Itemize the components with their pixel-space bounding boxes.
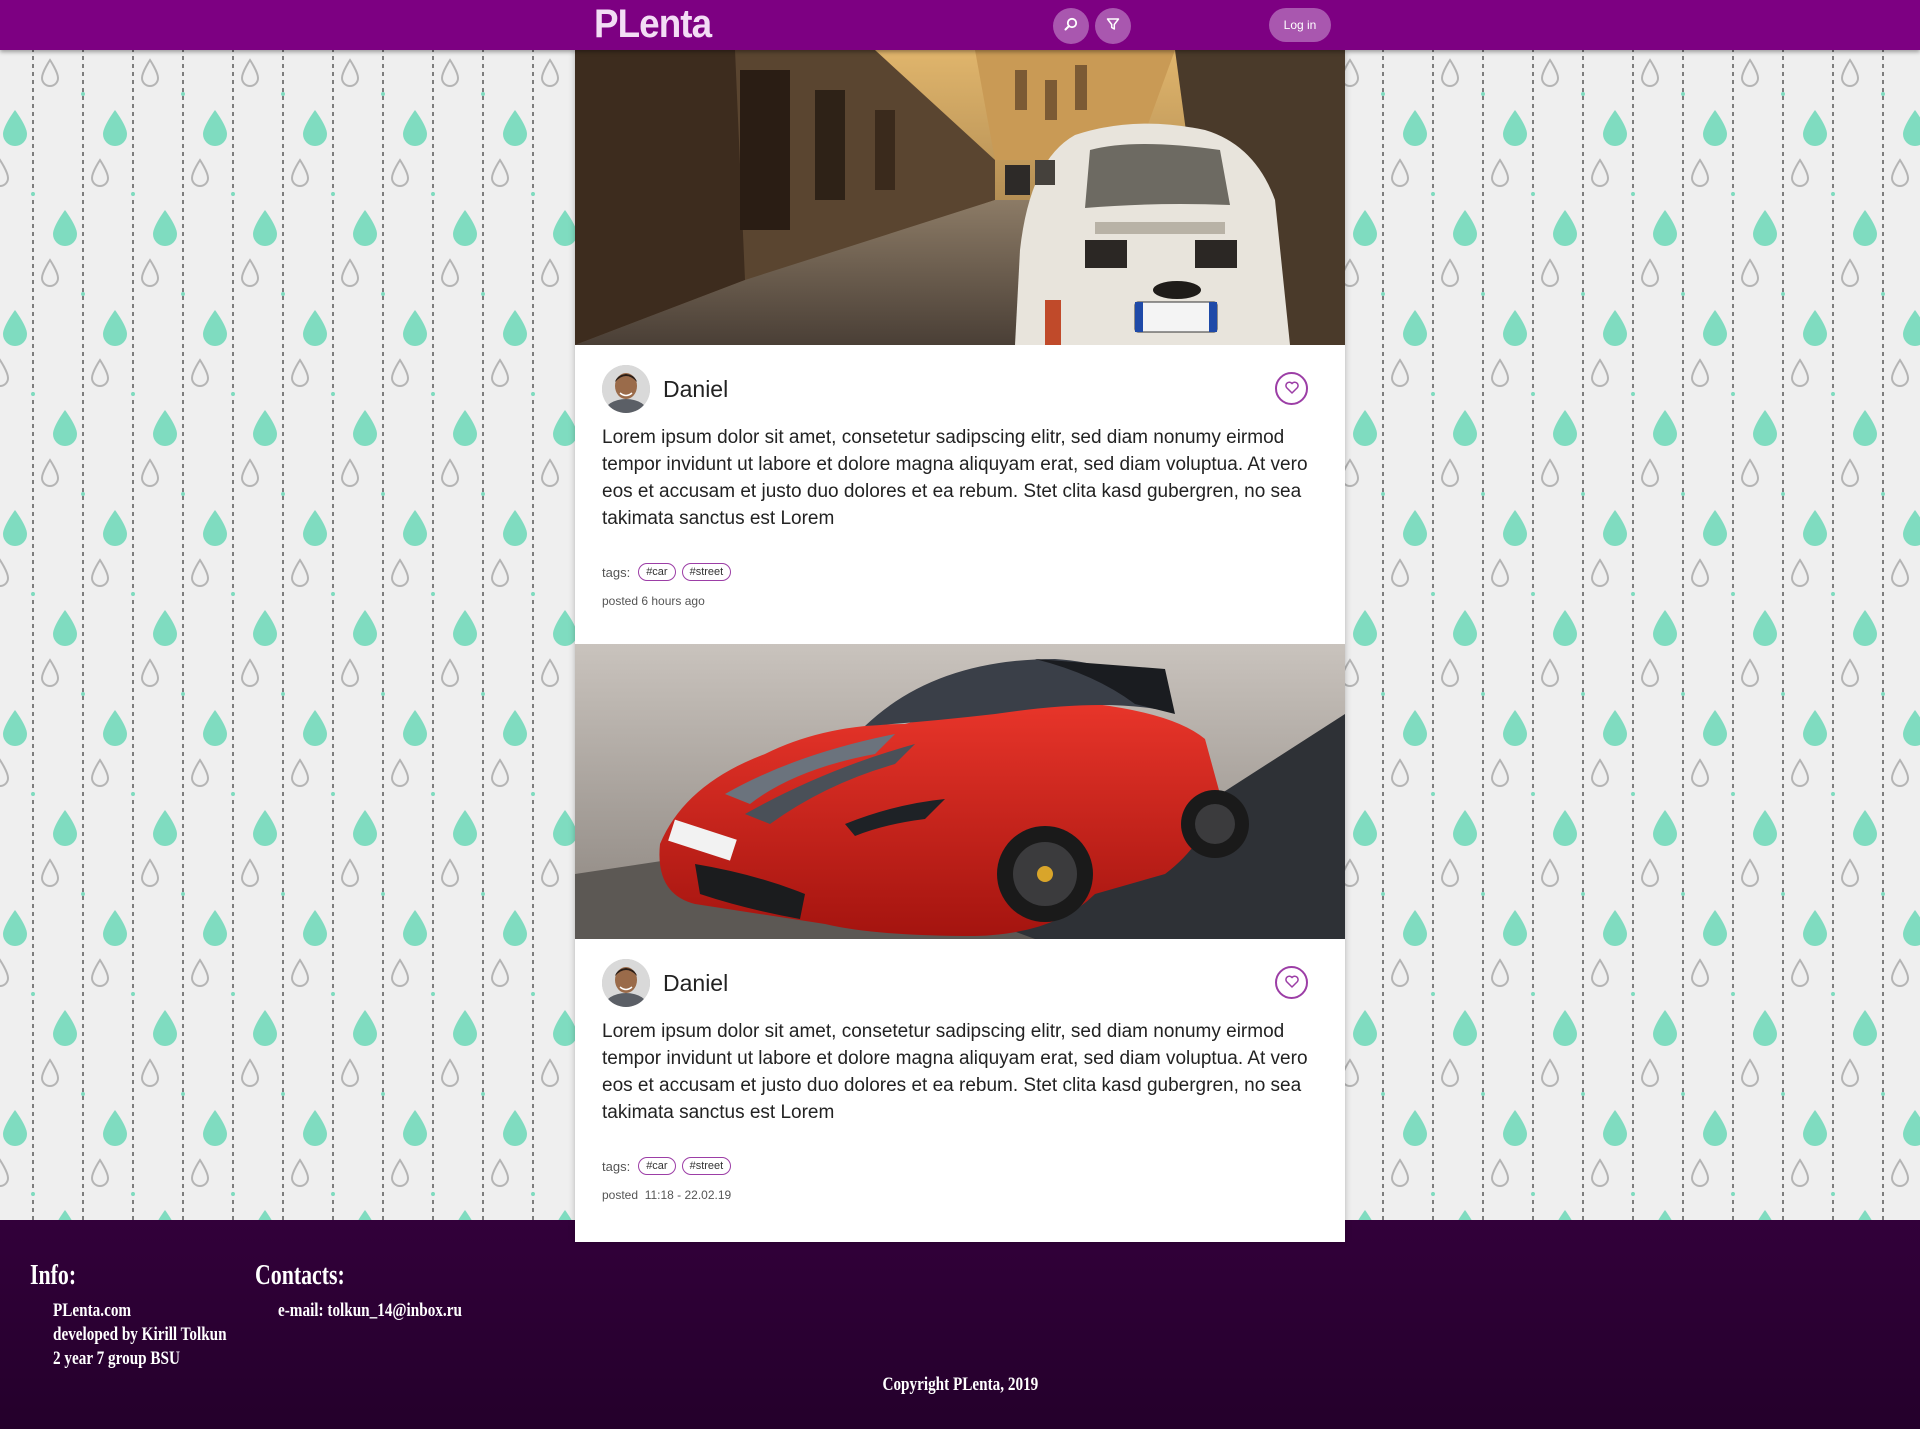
copyright: Copyright PLenta, 2019 [0, 1374, 1920, 1396]
tags-label: tags: [602, 564, 631, 580]
contacts-heading: Contacts: [255, 1260, 345, 1291]
login-button[interactable]: Log in [1269, 8, 1331, 42]
post-text: Lorem ipsum dolor sit amet, consetetur s… [602, 427, 1308, 529]
filter-button[interactable] [1095, 8, 1131, 44]
post-card: Daniel Lorem ipsum dolor sit amet, conse… [575, 50, 1345, 644]
post-timestamp: posted 6 hours ago [602, 594, 705, 608]
info-developer: developed by Kirill Tolkun [53, 1324, 227, 1345]
tag-street[interactable]: #street [681, 1157, 732, 1175]
avatar[interactable] [602, 365, 650, 413]
like-button[interactable] [1275, 372, 1308, 405]
filter-icon [1105, 16, 1121, 36]
post-tags: tags: #car #street [602, 1157, 737, 1175]
site-logo[interactable]: PLenta [594, 2, 712, 47]
post-author[interactable]: Daniel [602, 365, 728, 413]
contact-email[interactable]: e-mail: tolkun_14@inbox.ru [278, 1300, 462, 1322]
post-card: Daniel Lorem ipsum dolor sit amet, conse… [575, 644, 1345, 1238]
post-image[interactable] [575, 50, 1345, 345]
info-heading: Info: [30, 1260, 77, 1291]
post-image[interactable] [575, 644, 1345, 939]
post-text: Lorem ipsum dolor sit amet, consetetur s… [602, 1021, 1308, 1123]
heart-icon [1284, 379, 1299, 398]
tag-car[interactable]: #car [638, 1157, 676, 1175]
post-timestamp: posted 11:18 - 22.02.19 [602, 1188, 732, 1202]
author-name: Daniel [663, 375, 729, 402]
page-footer: Info: PLenta.com developed by Kirill Tol… [0, 1220, 1920, 1429]
post-author[interactable]: Daniel [602, 959, 728, 1007]
heart-icon [1284, 973, 1299, 992]
tag-street[interactable]: #street [681, 563, 732, 581]
tag-car[interactable]: #car [638, 563, 676, 581]
post-feed: Daniel Lorem ipsum dolor sit amet, conse… [575, 50, 1345, 1242]
top-navbar: PLenta Log in [0, 0, 1920, 50]
like-button[interactable] [1275, 966, 1308, 999]
info-group: 2 year 7 group BSU [53, 1348, 180, 1369]
post-tags: tags: #car #street [602, 563, 737, 581]
author-name: Daniel [663, 969, 729, 996]
info-site: PLenta.com [53, 1300, 132, 1321]
avatar[interactable] [602, 959, 650, 1007]
search-button[interactable] [1053, 8, 1089, 44]
search-icon [1063, 16, 1079, 36]
copyright-text: Copyright PLenta, 2019 [882, 1374, 1038, 1395]
tags-label: tags: [602, 1158, 631, 1174]
